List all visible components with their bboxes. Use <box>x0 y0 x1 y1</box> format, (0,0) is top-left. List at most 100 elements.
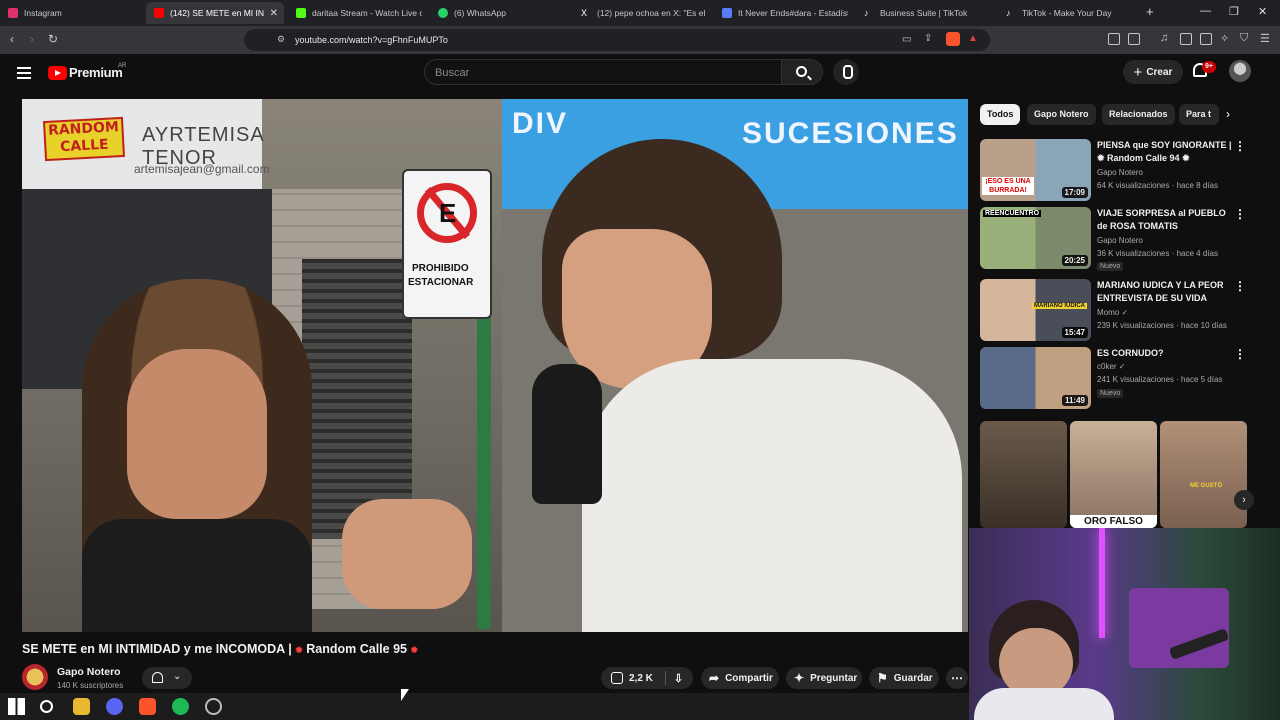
chevron-right-icon[interactable]: › <box>1226 107 1230 121</box>
more-actions-icon[interactable]: ⋯ <box>946 667 968 689</box>
hamburger-menu-icon[interactable] <box>17 67 31 79</box>
share-icon[interactable]: ⇪ <box>924 33 932 44</box>
rec-more-icon[interactable]: ⋮ <box>1234 279 1246 293</box>
brave-rewards-icon[interactable]: ▲ <box>968 33 978 44</box>
address-bar[interactable]: ⚙ youtube.com/watch?v=gFhnFuMUPTo ▭ ⇪ ▲ <box>244 29 990 51</box>
youtube-logo-icon[interactable] <box>48 66 67 80</box>
channel-name[interactable]: Gapo Notero <box>57 666 121 678</box>
subscription-bell-button[interactable]: ⌄ <box>142 667 192 689</box>
menu-icon[interactable]: ☰ <box>1260 32 1270 45</box>
rec-channel[interactable]: Gapo Notero <box>1097 236 1143 245</box>
rec-thumbnail[interactable]: 11:49 <box>980 347 1091 409</box>
video-player[interactable]: AYRTEMISA TENOR artemisajean@gmail.com D… <box>22 99 968 632</box>
close-tab-icon[interactable]: ✕ <box>270 8 278 19</box>
back-icon[interactable]: ‹ <box>10 32 14 46</box>
rec-title[interactable]: MARIANO IUDICA Y LA PEOR ENTREVISTA DE S… <box>1097 279 1232 305</box>
led-strip <box>1099 528 1105 638</box>
short-1[interactable] <box>980 421 1067 528</box>
short-caption: ORO FALSO <box>1070 515 1157 528</box>
rec-title[interactable]: PIENSA que SOY IGNORANTE | ✹ Random Call… <box>1097 139 1232 165</box>
obs-icon[interactable] <box>205 698 222 715</box>
sidebar-icon[interactable] <box>1180 33 1192 45</box>
rec-meta: 64 K visualizaciones · hace 8 días <box>1097 181 1218 190</box>
rec-title[interactable]: ES CORNUDO? <box>1097 347 1232 360</box>
brave-browser-icon[interactable] <box>139 698 156 715</box>
rec-video-1[interactable]: ¡ESO ES UNA BURRADA! 17:09 PIENSA que SO… <box>980 139 1250 201</box>
tab-stats[interactable]: It Never Ends#dara - Estadístic <box>722 2 848 24</box>
wallet-icon[interactable] <box>1200 33 1212 45</box>
tab-kick[interactable]: daritaa Stream - Watch Live on <box>296 2 422 24</box>
chip-relacionados[interactable]: Relacionados <box>1102 104 1175 125</box>
no-parking-sign: E PROHIBIDO ESTACIONAR <box>402 169 492 319</box>
search-input[interactable]: Buscar <box>424 59 782 85</box>
windows-start-icon[interactable] <box>8 698 25 715</box>
rec-video-3[interactable]: MARIANO IUDICA 15:47 MARIANO IUDICA Y LA… <box>980 279 1250 341</box>
tab-tiktok-business[interactable]: ♪ Business Suite | TikTok <box>864 2 990 24</box>
rec-more-icon[interactable]: ⋮ <box>1234 207 1246 221</box>
chip-gapo-notero[interactable]: Gapo Notero <box>1027 104 1096 125</box>
extensions-icon[interactable] <box>1108 33 1120 45</box>
reload-icon[interactable]: ↻ <box>48 32 58 46</box>
host-shirt <box>582 359 962 632</box>
create-button[interactable]: + Crear <box>1123 60 1183 84</box>
channel-avatar[interactable] <box>22 664 48 690</box>
media-icon[interactable]: ♫ <box>1160 32 1168 44</box>
minimize-icon[interactable]: — <box>1200 5 1211 17</box>
rec-more-icon[interactable]: ⋮ <box>1234 139 1246 153</box>
rec-channel[interactable]: c0ker ✓ <box>1097 362 1126 371</box>
interviewee-face <box>127 349 267 519</box>
screenshot-icon[interactable] <box>1128 33 1140 45</box>
ask-button[interactable]: ✦ Preguntar <box>786 667 862 689</box>
rec-video-4[interactable]: 11:49 ES CORNUDO? c0ker ✓ 241 K visualiz… <box>980 347 1250 409</box>
like-button[interactable]: 2,2 K ⇩ <box>601 667 693 689</box>
rec-channel[interactable]: Gapo Notero <box>1097 168 1143 177</box>
site-info-icon[interactable]: ⚙ <box>277 34 285 45</box>
share-button[interactable]: ➦ Compartir <box>701 667 779 689</box>
vpn-icon[interactable]: ⛉ <box>1240 32 1248 45</box>
tab-youtube-active[interactable]: (142) SE METE en MI IN ✕ <box>146 2 284 24</box>
rec-thumbnail[interactable]: MARIANO IUDICA 15:47 <box>980 279 1091 341</box>
account-avatar[interactable] <box>1229 60 1251 82</box>
bookmark-save-icon: ⚑ <box>877 671 888 685</box>
new-tab-button[interactable]: + <box>1146 4 1154 19</box>
leo-icon[interactable]: ✧ <box>1220 32 1229 45</box>
tab-x[interactable]: X (12) pepe ochoa en X: "Es el m <box>581 2 707 24</box>
browser-toolbar: ‹ › ↻ ☐ ⚙ youtube.com/watch?v=gFhnFuMUPT… <box>0 26 1280 54</box>
discord-icon[interactable] <box>106 698 123 715</box>
rec-title[interactable]: VIAJE SORPRESA al PUEBLO de ROSA TOMATIS <box>1097 207 1232 233</box>
tab-tiktok[interactable]: ♪ TikTok - Make Your Day <box>1006 2 1132 24</box>
premium-wordmark[interactable]: Premium <box>69 65 123 80</box>
stats-icon <box>722 8 732 18</box>
close-window-icon[interactable]: ✕ <box>1258 5 1267 18</box>
rec-channel[interactable]: Momo ✓ <box>1097 308 1128 317</box>
rec-thumbnail[interactable]: REENCUENTRO 20:25 <box>980 207 1091 269</box>
thumb-caption: REENCUENTRO <box>983 210 1042 217</box>
thumbs-down-icon[interactable]: ⇩ <box>674 672 683 685</box>
cast-icon[interactable]: ▭ <box>902 34 911 45</box>
tab-instagram[interactable]: Instagram <box>8 2 138 24</box>
spotify-icon[interactable] <box>172 698 189 715</box>
url-text[interactable]: youtube.com/watch?v=gFhnFuMUPTo <box>295 35 448 45</box>
save-button[interactable]: ⚑ Guardar <box>869 667 939 689</box>
banner-text-2: SUCESIONES <box>742 117 959 150</box>
rec-thumbnail[interactable]: ¡ESO ES UNA BURRADA! 17:09 <box>980 139 1091 201</box>
restore-icon[interactable]: ❐ <box>1229 5 1239 18</box>
brave-shields-icon[interactable] <box>946 32 960 46</box>
thumbs-up-icon <box>611 672 623 684</box>
rec-more-icon[interactable]: ⋮ <box>1234 347 1246 361</box>
tiktok-icon: ♪ <box>864 8 869 18</box>
chip-para-ti[interactable]: Para t <box>1179 104 1219 125</box>
chevron-right-icon[interactable]: › <box>1234 490 1254 510</box>
voice-search-icon[interactable] <box>833 59 859 85</box>
chevron-down-icon: ⌄ <box>173 671 182 682</box>
short-2[interactable]: ORO FALSO <box>1070 421 1157 528</box>
short-3[interactable]: ME GUSTÓ <box>1160 421 1247 528</box>
tab-whatsapp[interactable]: (6) WhatsApp <box>438 2 568 24</box>
bell-icon <box>152 672 163 683</box>
rec-video-2[interactable]: REENCUENTRO 20:25 VIAJE SORPRESA al PUEB… <box>980 207 1250 271</box>
chip-todos[interactable]: Todos <box>980 104 1021 125</box>
file-explorer-icon[interactable] <box>73 698 90 715</box>
search-button[interactable] <box>781 59 823 85</box>
search-taskbar-icon[interactable] <box>40 700 53 713</box>
forward-icon[interactable]: › <box>30 32 34 46</box>
